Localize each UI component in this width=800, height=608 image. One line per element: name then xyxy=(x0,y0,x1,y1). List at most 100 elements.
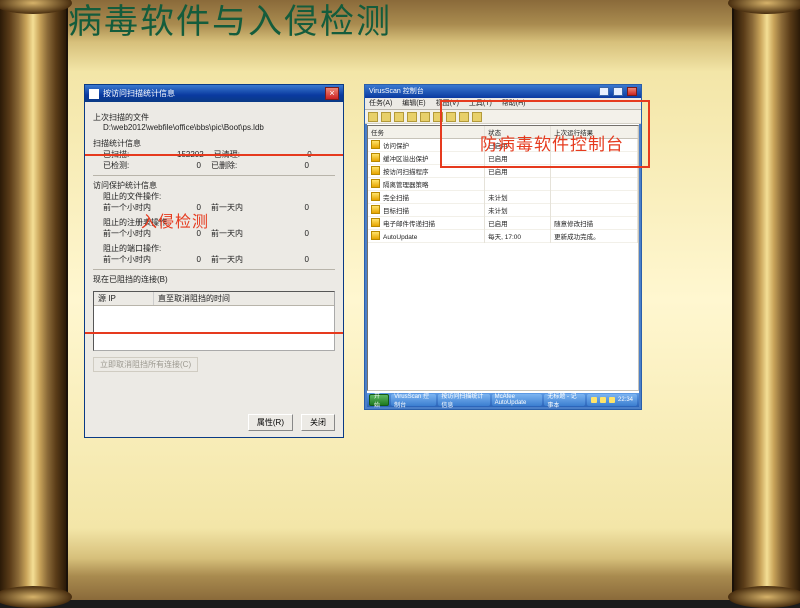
menu-task[interactable]: 任务(A) xyxy=(369,100,392,107)
deleted-label: 已删除: xyxy=(211,160,281,171)
close-icon[interactable] xyxy=(627,87,637,96)
detected-value: 0 xyxy=(177,161,207,170)
minimize-icon[interactable] xyxy=(599,87,609,96)
menu-help[interactable]: 帮助(H) xyxy=(502,100,526,107)
system-tray[interactable]: 22:34 xyxy=(587,394,637,406)
blocked-connections-list[interactable]: 源 IP 直至取消阻挡的时间 xyxy=(93,291,335,351)
section-blocked-conn: 现在已阻挡的连接(B) xyxy=(93,274,335,285)
tray-icon[interactable] xyxy=(600,397,606,403)
dialog1-title: 按访问扫描统计信息 xyxy=(103,85,325,102)
task-cell xyxy=(551,165,638,178)
file-day-label: 前一天内 xyxy=(211,202,281,213)
port-hour-label: 前一个小时内 xyxy=(103,254,173,265)
start-button[interactable]: 开始 xyxy=(369,394,389,406)
scanned-label: 已扫描: xyxy=(103,149,173,160)
task-row[interactable]: 隔离管理器策略 xyxy=(368,178,638,191)
taskbar-item[interactable]: VirusScan 控制台 xyxy=(391,394,436,406)
section-access-protect: 访问保护统计信息 xyxy=(93,180,335,191)
close-icon[interactable]: × xyxy=(325,87,339,100)
port-day-value: 0 xyxy=(285,255,315,264)
scroll-rod-left xyxy=(0,0,68,600)
task-cell xyxy=(551,204,638,217)
toolbar-stop-icon[interactable] xyxy=(446,112,456,122)
col-until[interactable]: 直至取消阻挡的时间 xyxy=(154,292,334,305)
menubar: 任务(A) 编辑(E) 视图(V) 工具(T) 帮助(H) xyxy=(365,98,641,110)
task-cell: 目标扫描 xyxy=(368,204,485,217)
task-cell: 已启用 xyxy=(485,165,551,178)
menu-view[interactable]: 视图(V) xyxy=(436,100,459,107)
task-cell: 访问保护 xyxy=(368,139,485,152)
toolbar-start-icon[interactable] xyxy=(433,112,443,122)
task-cell: AutoUpdate xyxy=(368,230,485,243)
scroll-rod-right xyxy=(732,0,800,600)
deleted-value: 0 xyxy=(285,161,315,170)
toolbar-paste-icon[interactable] xyxy=(407,112,417,122)
shield-icon xyxy=(89,89,99,99)
maximize-icon[interactable] xyxy=(613,87,623,96)
detected-label: 已检测: xyxy=(103,160,173,171)
properties-button[interactable]: 属性(R) xyxy=(248,414,293,431)
toolbar xyxy=(365,110,641,124)
task-cell xyxy=(485,178,551,191)
toolbar-props-icon[interactable] xyxy=(381,112,391,122)
windows-taskbar: 开始 VirusScan 控制台 按访问扫描统计信息 McAfee AutoUp… xyxy=(367,393,639,407)
task-cell: 按访问扫描程序 xyxy=(368,165,485,178)
section-scan-stats: 扫描统计信息 xyxy=(93,138,335,149)
last-scan-path: D:\web2012\webfile\office\bbs\pic\Boot\p… xyxy=(93,123,335,132)
col-source-ip[interactable]: 源 IP xyxy=(94,292,154,305)
reg-day-value: 0 xyxy=(285,229,315,238)
file-day-value: 0 xyxy=(285,203,315,212)
cleaned-value: 0 xyxy=(288,150,318,159)
reg-block-label: 阻止的注册表操作: xyxy=(103,217,335,228)
scan-statistics-dialog: 按访问扫描统计信息 × 上次扫描的文件 D:\web2012\webfile\o… xyxy=(84,84,344,438)
task-cell xyxy=(551,191,638,204)
annotation-label-intrusion: 入侵检测 xyxy=(141,208,209,232)
task-row[interactable]: AutoUpdate每天, 17:00更新成功完成。 xyxy=(368,230,638,243)
task-cell: 已启用 xyxy=(485,217,551,230)
task-cell: 隔离管理器策略 xyxy=(368,178,485,191)
slide-title: 病毒软件与入侵检测 xyxy=(68,0,392,43)
cleaned-label: 已清理: xyxy=(214,149,284,160)
section-last-scan: 上次扫描的文件 xyxy=(93,112,335,123)
toolbar-copy-icon[interactable] xyxy=(394,112,404,122)
toolbar-log-icon[interactable] xyxy=(472,112,482,122)
task-cell: 随意修改扫描 xyxy=(551,217,638,230)
tray-icon[interactable] xyxy=(591,397,597,403)
toolbar-delete-icon[interactable] xyxy=(420,112,430,122)
toolbar-new-icon[interactable] xyxy=(368,112,378,122)
task-list[interactable]: 任务 状态 上次运行结果 访问保护已启用缓冲区溢出保护已启用按访问扫描程序已启用… xyxy=(367,125,639,391)
port-day-label: 前一天内 xyxy=(211,254,281,265)
annotation-label-console: 防病毒软件控制台 xyxy=(480,130,624,155)
col-task[interactable]: 任务 xyxy=(368,126,485,139)
toolbar-schedule-icon[interactable] xyxy=(459,112,469,122)
taskbar-item[interactable]: 无标题 - 记事本 xyxy=(544,394,585,406)
port-hour-value: 0 xyxy=(177,255,207,264)
task-row[interactable]: 按访问扫描程序已启用 xyxy=(368,165,638,178)
tray-clock: 22:34 xyxy=(618,397,633,403)
clear-all-button: 立即取消阻挡所有连接(C) xyxy=(93,357,198,372)
task-cell: 完全扫描 xyxy=(368,191,485,204)
task-row[interactable]: 完全扫描未计划 xyxy=(368,191,638,204)
task-cell: 更新成功完成。 xyxy=(551,230,638,243)
menu-edit[interactable]: 编辑(E) xyxy=(402,100,425,107)
task-row[interactable]: 电子邮件传递扫描已启用随意修改扫描 xyxy=(368,217,638,230)
taskbar-item[interactable]: McAfee AutoUpdate xyxy=(492,394,543,406)
task-cell: 未计划 xyxy=(485,191,551,204)
scanned-value: 152202 xyxy=(177,150,210,159)
task-cell: 电子邮件传递扫描 xyxy=(368,217,485,230)
task-cell: 未计划 xyxy=(485,204,551,217)
task-cell: 缓冲区溢出保护 xyxy=(368,152,485,165)
reg-day-label: 前一天内 xyxy=(211,228,281,239)
task-cell: 每天, 17:00 xyxy=(485,230,551,243)
close-button[interactable]: 关闭 xyxy=(301,414,335,431)
dialog2-titlebar[interactable]: VirusScan 控制台 xyxy=(365,85,641,98)
tray-icon[interactable] xyxy=(609,397,615,403)
port-block-label: 阻止的端口操作: xyxy=(103,243,335,254)
file-block-label: 阻止的文件操作: xyxy=(103,191,335,202)
task-row[interactable]: 目标扫描未计划 xyxy=(368,204,638,217)
menu-tools[interactable]: 工具(T) xyxy=(469,100,492,107)
dialog1-titlebar[interactable]: 按访问扫描统计信息 × xyxy=(85,85,343,102)
task-cell xyxy=(551,178,638,191)
dialog2-title: VirusScan 控制台 xyxy=(369,85,424,98)
taskbar-item[interactable]: 按访问扫描统计信息 xyxy=(438,394,489,406)
